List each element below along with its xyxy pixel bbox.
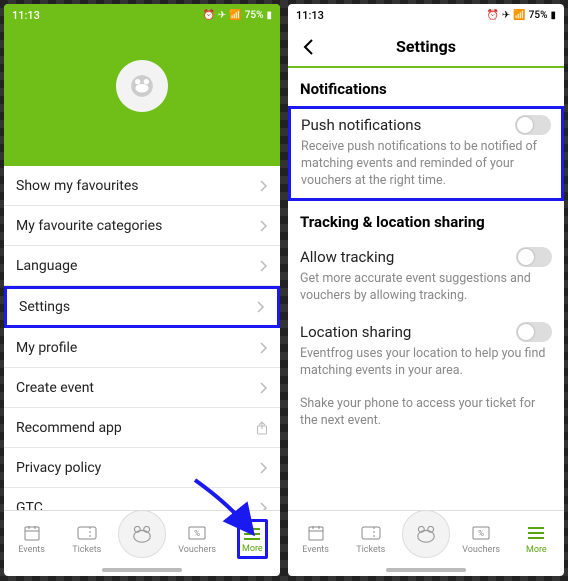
menu-language[interactable]: Language [4, 246, 280, 286]
frog-icon [128, 520, 156, 548]
nav-vouchers[interactable]: % Vouchers [173, 523, 221, 555]
nav-events[interactable]: Events [292, 523, 340, 555]
chevron-left-icon [302, 38, 316, 56]
setting-desc: Eventfrog uses your location to help you… [300, 346, 552, 380]
setting-desc: Receive push notifications to be notifie… [301, 139, 551, 190]
calendar-icon [306, 523, 326, 543]
chevron-right-icon [257, 301, 265, 313]
setting-desc: Get more accurate event suggestions and … [300, 271, 552, 305]
menu-create-event[interactable]: Create event [4, 368, 280, 408]
section-tracking: Tracking & location sharing [288, 201, 564, 239]
menu-recommend[interactable]: Recommend app [4, 408, 280, 448]
setting-label: Push notifications [301, 116, 421, 134]
profile-header [4, 26, 280, 166]
voucher-icon: % [187, 523, 207, 543]
voucher-icon: % [471, 523, 491, 543]
home-indicator [386, 568, 466, 572]
title-bar: Settings [288, 26, 564, 68]
phone-right: 11:13 ⏰✈📶 75%▮ Settings Notifications Pu… [288, 4, 564, 576]
menu-icon [242, 524, 262, 544]
setting-push-notifications[interactable]: Push notifications Receive push notifica… [288, 106, 564, 201]
chevron-right-icon [260, 342, 268, 354]
chevron-right-icon [260, 502, 268, 511]
calendar-icon [22, 523, 42, 543]
frog-icon [129, 73, 155, 99]
setting-label: Location sharing [300, 323, 411, 341]
back-button[interactable] [296, 34, 322, 60]
menu-fav-categories[interactable]: My favourite categories [4, 206, 280, 246]
bottom-nav: Events Tickets % Vouchers More [288, 510, 564, 566]
menu-icon [526, 523, 546, 543]
menu-profile[interactable]: My profile [4, 328, 280, 368]
menu-settings[interactable]: Settings [4, 286, 280, 328]
chevron-right-icon [260, 220, 268, 232]
chevron-right-icon [260, 462, 268, 474]
chevron-right-icon [260, 180, 268, 192]
setting-label: Allow tracking [300, 248, 394, 266]
menu-favourites[interactable]: Show my favourites [4, 166, 280, 206]
toggle-tracking[interactable] [516, 247, 552, 267]
status-time: 11:13 [296, 9, 324, 22]
chevron-right-icon [260, 382, 268, 394]
status-bar: 11:13 ⏰✈📶 75%▮ [4, 4, 280, 26]
frog-icon [412, 520, 440, 548]
menu-gtc[interactable]: GTC [4, 488, 280, 510]
shake-hint: Shake your phone to access your ticket f… [288, 390, 564, 440]
settings-scroll[interactable]: Notifications Push notifications Receive… [288, 68, 564, 510]
nav-vouchers[interactable]: % Vouchers [457, 523, 505, 555]
home-indicator [102, 568, 182, 572]
menu-list[interactable]: Show my favourites My favourite categori… [4, 166, 280, 510]
nav-more[interactable]: More [512, 523, 560, 555]
nav-frog[interactable] [402, 510, 450, 558]
status-icons: ⏰✈📶 75%▮ [202, 10, 272, 21]
nav-tickets[interactable]: Tickets [347, 523, 395, 555]
toggle-location[interactable] [516, 322, 552, 342]
status-icons: ⏰✈📶 75%▮ [486, 10, 556, 21]
svg-text:%: % [194, 529, 200, 538]
bottom-nav: Events Tickets % Vouchers More [4, 510, 280, 566]
page-title: Settings [396, 37, 456, 56]
nav-frog[interactable] [118, 510, 166, 558]
nav-tickets[interactable]: Tickets [63, 523, 111, 555]
ticket-icon [77, 523, 97, 543]
nav-more[interactable]: More [228, 519, 276, 559]
menu-privacy[interactable]: Privacy policy [4, 448, 280, 488]
status-time: 11:13 [12, 9, 40, 22]
share-icon [256, 421, 268, 435]
svg-text:%: % [478, 529, 484, 538]
phone-left: 11:13 ⏰✈📶 75%▮ Show my favourites My fav… [4, 4, 280, 576]
status-bar: 11:13 ⏰✈📶 75%▮ [288, 4, 564, 26]
section-notifications: Notifications [288, 68, 564, 106]
nav-events[interactable]: Events [8, 523, 56, 555]
ticket-icon [361, 523, 381, 543]
toggle-push[interactable] [515, 115, 551, 135]
chevron-right-icon [260, 260, 268, 272]
setting-allow-tracking[interactable]: Allow tracking Get more accurate event s… [288, 239, 564, 315]
avatar[interactable] [116, 60, 168, 112]
setting-location-sharing[interactable]: Location sharing Eventfrog uses your loc… [288, 314, 564, 390]
